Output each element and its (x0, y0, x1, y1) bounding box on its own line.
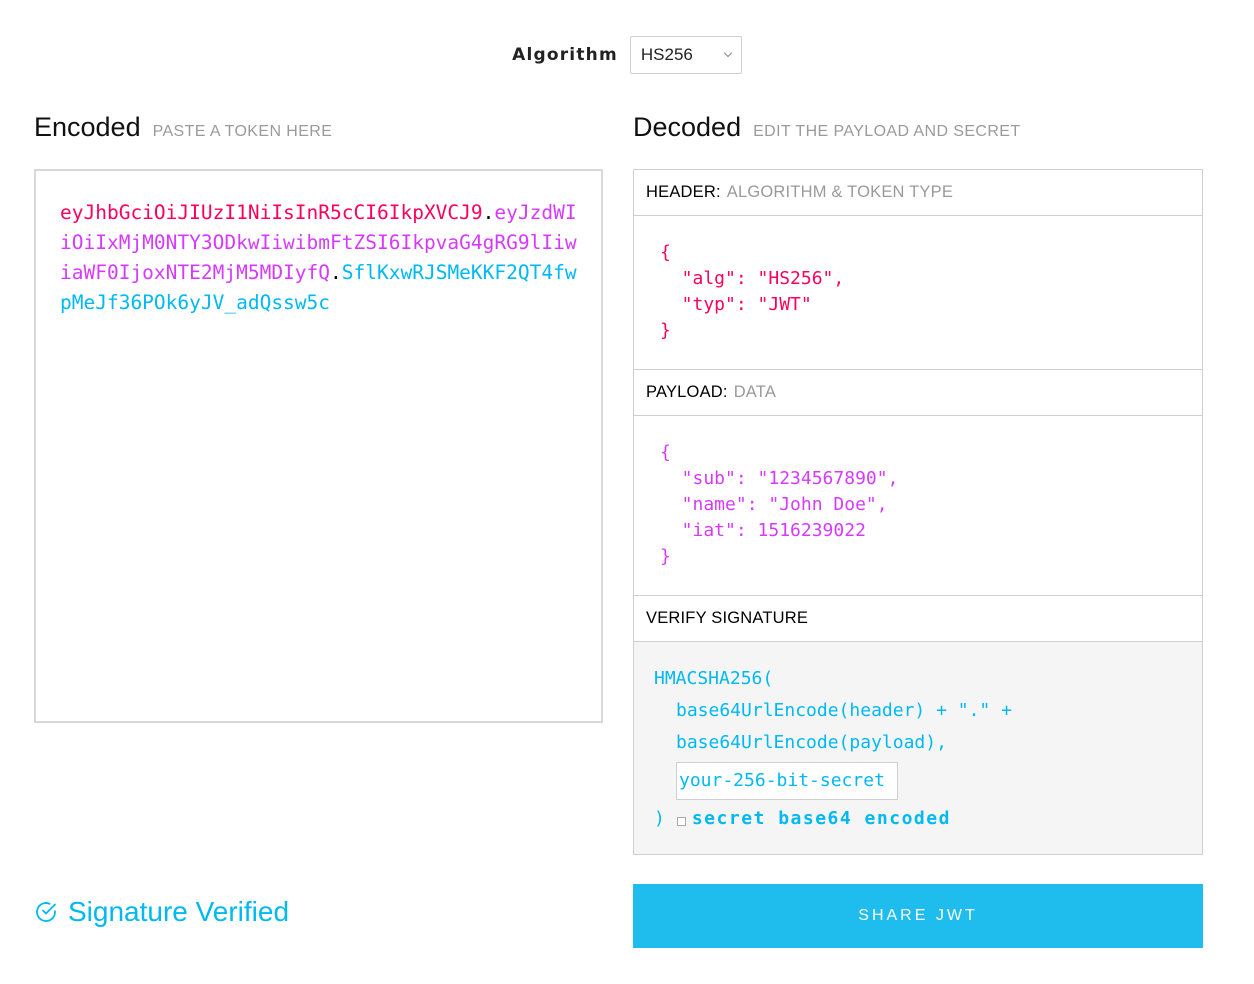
encoded-heading: Encoded PASTE A TOKEN HERE (34, 112, 332, 143)
share-jwt-button[interactable]: SHARE JWT (633, 884, 1203, 948)
signature-line-hmac: HMACSHA256( (654, 668, 774, 689)
header-sublabel: ALGORITHM & TOKEN TYPE (726, 183, 954, 201)
decoded-subtitle: EDIT THE PAYLOAD AND SECRET (753, 123, 1021, 140)
signature-close-paren: ) (654, 807, 665, 829)
base64-checkbox[interactable] (676, 816, 686, 826)
algorithm-label: Algorithm (512, 45, 618, 65)
token-header-part: eyJhbGciOiJIUzI1NiIsInR5cCI6IkpXVCJ9 (60, 201, 483, 224)
algorithm-selected-value: HS256 (640, 45, 693, 64)
signature-line-payload: base64UrlEncode(payload), (676, 732, 947, 753)
secret-input[interactable]: your-256-bit-secret (676, 762, 898, 800)
check-circle-icon (36, 902, 56, 922)
algorithm-select[interactable]: HS256 (629, 36, 742, 74)
payload-sublabel: DATA (733, 383, 777, 401)
signature-status-text: Signature Verified (68, 896, 290, 927)
token-dot: . (482, 201, 495, 224)
payload-label: PAYLOAD: (646, 383, 728, 401)
base64-checkbox-label[interactable]: secret base64 encoded (692, 808, 951, 829)
encoded-token-editor[interactable]: eyJhbGciOiJIUzI1NiIsInR5cCI6IkpXVCJ9.eyJ… (34, 169, 603, 723)
signature-label: VERIFY SIGNATURE (646, 609, 809, 627)
chevron-down-icon (723, 48, 733, 58)
payload-panel-title: PAYLOAD: DATA (634, 370, 1202, 416)
signature-status: Signature Verified (34, 896, 289, 928)
decoded-panel: HEADER: ALGORITHM & TOKEN TYPE { "alg": … (633, 169, 1203, 855)
signature-panel-title: VERIFY SIGNATURE (634, 596, 1202, 642)
header-panel-title: HEADER: ALGORITHM & TOKEN TYPE (634, 170, 1202, 216)
encoded-subtitle: PASTE A TOKEN HERE (152, 123, 333, 140)
signature-line-header: base64UrlEncode(header) + "." + (676, 700, 1012, 721)
decoded-heading: Decoded EDIT THE PAYLOAD AND SECRET (633, 112, 1021, 143)
signature-body: HMACSHA256( base64UrlEncode(header) + ".… (634, 642, 1202, 854)
algorithm-row: Algorithm HS256 (0, 36, 1254, 74)
header-label: HEADER: (646, 183, 721, 201)
payload-json-editor[interactable]: { "sub": "1234567890", "name": "John Doe… (634, 416, 1202, 596)
token-dot: . (330, 261, 342, 284)
header-json-editor[interactable]: { "alg": "HS256", "typ": "JWT" } (634, 216, 1202, 370)
decoded-title: Decoded (633, 112, 742, 142)
encoded-title: Encoded (34, 112, 141, 142)
signature-close-row: ) secret base64 encoded (654, 802, 1182, 834)
